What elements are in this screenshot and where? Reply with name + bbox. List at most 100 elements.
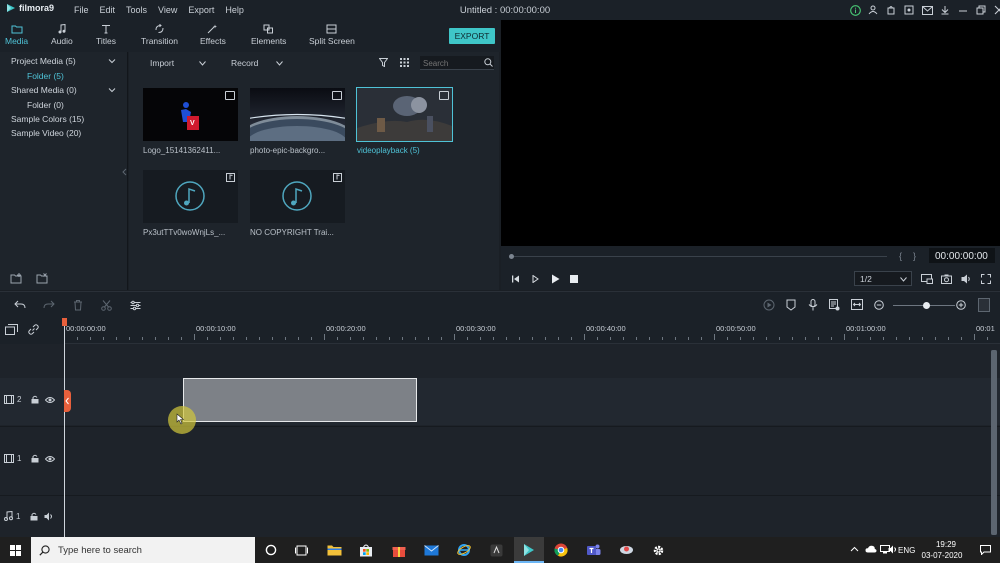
timeline-ruler[interactable]: 00:00:00:00 00:00:10:00 00:00:20:00 00:0… (0, 318, 1000, 344)
play-frame-icon[interactable] (531, 275, 540, 283)
download-icon[interactable] (938, 3, 952, 17)
timeline-panel-toggle[interactable] (978, 298, 990, 312)
sidebar-item-sample-colors[interactable]: Sample Colors (15) (11, 114, 84, 124)
action-center-icon[interactable] (980, 545, 991, 555)
close-icon[interactable] (992, 3, 1000, 17)
undo-icon[interactable] (14, 300, 26, 310)
timeline-vertical-scrollbar[interactable] (991, 350, 997, 535)
lock-icon[interactable] (31, 454, 39, 463)
account-icon[interactable] (866, 3, 880, 17)
menu-view[interactable]: View (158, 5, 177, 15)
preview-progress-handle[interactable] (509, 254, 514, 259)
menu-export[interactable]: Export (188, 5, 214, 15)
new-folder-icon[interactable] (10, 273, 23, 284)
tab-elements[interactable]: Elements (251, 24, 286, 46)
play-icon[interactable] (551, 274, 560, 284)
zoom-slider-handle[interactable] (923, 302, 930, 309)
delete-icon[interactable] (73, 300, 83, 311)
preview-quality-select[interactable]: 1/2 (854, 271, 912, 286)
gift-app-icon[interactable] (390, 541, 408, 559)
menu-file[interactable]: File (74, 5, 89, 15)
skip-back-icon[interactable] (511, 275, 520, 283)
tab-audio[interactable]: Audio (51, 24, 73, 46)
render-preview-icon[interactable] (763, 299, 775, 311)
mark-out-icon[interactable]: } (913, 251, 916, 261)
preview-progress-track[interactable] (511, 256, 887, 257)
tab-media[interactable]: Media (5, 24, 28, 46)
sidebar-item-folder-project[interactable]: Folder (5) (27, 71, 64, 81)
zoom-in-icon[interactable] (956, 300, 966, 310)
chrome-icon[interactable] (552, 541, 570, 559)
record-button[interactable]: Record (231, 58, 258, 68)
menu-tools[interactable]: Tools (126, 5, 147, 15)
filmora-taskbar-icon[interactable] (520, 541, 538, 559)
media-thumb-audio-2[interactable] (250, 170, 345, 223)
adjust-icon[interactable] (130, 300, 141, 311)
internet-explorer-icon[interactable] (455, 541, 473, 559)
filter-icon[interactable] (379, 58, 388, 67)
eye-icon[interactable] (45, 396, 56, 404)
taskbar-time[interactable]: 19:29 (932, 540, 960, 549)
tab-titles[interactable]: Titles (96, 24, 116, 46)
marker-icon[interactable] (786, 299, 796, 311)
track-row-video-2[interactable] (0, 378, 1000, 425)
file-explorer-icon[interactable] (325, 541, 343, 559)
notification-icon[interactable] (902, 3, 916, 17)
collapse-sidebar-handle[interactable] (122, 168, 127, 176)
zoom-out-icon[interactable] (874, 300, 884, 310)
export-button[interactable]: EXPORT (449, 28, 495, 44)
media-thumb-videoplayback[interactable] (356, 87, 453, 142)
media-thumb-earth[interactable] (250, 88, 345, 141)
chevron-up-icon[interactable] (850, 546, 859, 552)
minimize-icon[interactable] (956, 3, 970, 17)
display-icon[interactable] (921, 274, 933, 284)
media-search-input[interactable] (423, 57, 479, 69)
mark-in-icon[interactable]: { (899, 251, 902, 261)
store-icon[interactable] (884, 3, 898, 17)
search-icon[interactable] (484, 58, 493, 67)
cortana-icon[interactable] (262, 541, 280, 559)
microsoft-store-icon[interactable] (357, 541, 375, 559)
mail-app-icon[interactable] (422, 541, 440, 559)
microphone-icon[interactable] (808, 299, 818, 311)
speaker-volume-icon[interactable] (888, 545, 898, 554)
settings-gear-icon[interactable] (649, 541, 667, 559)
add-track-icon[interactable] (5, 324, 18, 335)
link-icon[interactable] (28, 324, 39, 335)
menu-edit[interactable]: Edit (100, 5, 116, 15)
camera-app-icon[interactable] (487, 541, 505, 559)
fullscreen-icon[interactable] (981, 274, 991, 284)
input-language[interactable]: ENG (898, 546, 915, 555)
task-view-icon[interactable] (292, 541, 310, 559)
cut-icon[interactable] (101, 300, 112, 311)
tab-transition[interactable]: Transition (141, 24, 178, 46)
speaker-icon[interactable] (44, 512, 54, 521)
redo-icon[interactable] (43, 300, 55, 310)
track-row-audio-1[interactable] (0, 495, 1000, 537)
scrollbar-thumb[interactable] (991, 350, 997, 535)
chevron-down-icon[interactable] (108, 87, 116, 93)
chevron-down-icon[interactable] (276, 61, 283, 66)
delete-folder-icon[interactable] (36, 273, 49, 284)
media-thumb-logo[interactable]: V (143, 88, 238, 141)
track-scroll-left-button[interactable] (64, 390, 71, 412)
eye-icon[interactable] (45, 455, 56, 463)
audio-mixer-icon[interactable] (829, 299, 840, 311)
lock-icon[interactable] (30, 512, 38, 521)
volume-icon[interactable] (961, 274, 972, 284)
track-row-video-1[interactable] (0, 426, 1000, 494)
import-button[interactable]: Import (150, 58, 174, 68)
sidebar-item-folder-shared[interactable]: Folder (0) (27, 100, 64, 110)
chevron-down-icon[interactable] (108, 58, 116, 64)
sidebar-item-shared-media[interactable]: Shared Media (0) (11, 85, 77, 95)
playhead-line[interactable] (64, 318, 65, 537)
teams-icon[interactable] (584, 541, 602, 559)
lock-icon[interactable] (31, 395, 39, 404)
windows-start-icon[interactable] (10, 545, 21, 556)
playhead-handle[interactable] (62, 318, 67, 326)
menu-help[interactable]: Help (225, 5, 244, 15)
cloud-icon[interactable] (865, 545, 877, 553)
restore-icon[interactable] (974, 3, 988, 17)
taskbar-search-box[interactable]: Type here to search (31, 537, 255, 563)
media-thumb-audio-1[interactable] (143, 170, 238, 223)
